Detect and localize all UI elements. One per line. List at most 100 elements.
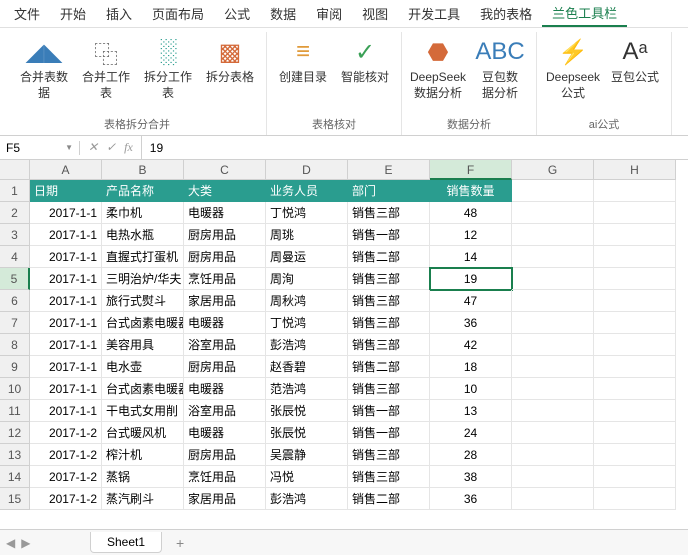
- cell-A5[interactable]: 2017-1-1: [30, 268, 102, 290]
- cell-G10[interactable]: [512, 378, 594, 400]
- cell-G2[interactable]: [512, 202, 594, 224]
- row-header-10[interactable]: 10: [0, 378, 30, 400]
- cell-E11[interactable]: 销售一部: [348, 400, 430, 422]
- cell-E4[interactable]: 销售二部: [348, 246, 430, 268]
- column-header-C[interactable]: C: [184, 160, 266, 180]
- cell-G8[interactable]: [512, 334, 594, 356]
- cell-F12[interactable]: 24: [430, 422, 512, 444]
- cell-H5[interactable]: [594, 268, 676, 290]
- row-header-12[interactable]: 12: [0, 422, 30, 444]
- cell-B11[interactable]: 干电式女用削: [102, 400, 184, 422]
- sheet-nav-next-icon[interactable]: ▶: [21, 536, 30, 550]
- cell-C9[interactable]: 厨房用品: [184, 356, 266, 378]
- row-header-9[interactable]: 9: [0, 356, 30, 378]
- cell-G12[interactable]: [512, 422, 594, 444]
- cell-A15[interactable]: 2017-1-2: [30, 488, 102, 510]
- cell-G7[interactable]: [512, 312, 594, 334]
- cell-F8[interactable]: 42: [430, 334, 512, 356]
- add-sheet-button[interactable]: +: [166, 535, 194, 551]
- cell-E10[interactable]: 销售三部: [348, 378, 430, 400]
- cell-E5[interactable]: 销售三部: [348, 268, 430, 290]
- cell-B5[interactable]: 三明治炉/华夫: [102, 268, 184, 290]
- cell-D14[interactable]: 冯悦: [266, 466, 348, 488]
- cell-A3[interactable]: 2017-1-1: [30, 224, 102, 246]
- column-header-F[interactable]: F: [430, 160, 512, 180]
- cell-C3[interactable]: 厨房用品: [184, 224, 266, 246]
- cell-H4[interactable]: [594, 246, 676, 268]
- ribbon-button-0-3[interactable]: ▩拆分表格: [202, 32, 258, 113]
- cell-D2[interactable]: 丁悦鸿: [266, 202, 348, 224]
- menu-item-8[interactable]: 开发工具: [398, 0, 470, 27]
- cell-E6[interactable]: 销售三部: [348, 290, 430, 312]
- cell-E12[interactable]: 销售一部: [348, 422, 430, 444]
- cell-F7[interactable]: 36: [430, 312, 512, 334]
- cell-A8[interactable]: 2017-1-1: [30, 334, 102, 356]
- cell-C2[interactable]: 电暖器: [184, 202, 266, 224]
- ribbon-button-2-0[interactable]: ⬣DeepSeek 数据分析: [410, 32, 466, 113]
- row-header-4[interactable]: 4: [0, 246, 30, 268]
- cell-H12[interactable]: [594, 422, 676, 444]
- cell-G13[interactable]: [512, 444, 594, 466]
- cell-C13[interactable]: 厨房用品: [184, 444, 266, 466]
- cell-G9[interactable]: [512, 356, 594, 378]
- cell-D15[interactable]: 彭浩鸿: [266, 488, 348, 510]
- cell-H10[interactable]: [594, 378, 676, 400]
- cell-A10[interactable]: 2017-1-1: [30, 378, 102, 400]
- cell-E2[interactable]: 销售三部: [348, 202, 430, 224]
- menu-item-0[interactable]: 文件: [4, 0, 50, 27]
- cell-E15[interactable]: 销售二部: [348, 488, 430, 510]
- ribbon-button-2-1[interactable]: ABC豆包数 据分析: [472, 32, 528, 113]
- fx-icon[interactable]: fx: [124, 140, 133, 155]
- cell-C7[interactable]: 电暖器: [184, 312, 266, 334]
- row-header-5[interactable]: 5: [0, 268, 30, 290]
- row-header-15[interactable]: 15: [0, 488, 30, 510]
- cell-F11[interactable]: 13: [430, 400, 512, 422]
- cell-E1[interactable]: 部门: [348, 180, 430, 202]
- menu-item-3[interactable]: 页面布局: [142, 0, 214, 27]
- cell-G1[interactable]: [512, 180, 594, 202]
- cell-C15[interactable]: 家居用品: [184, 488, 266, 510]
- ribbon-button-3-0[interactable]: ⚡Deepseek 公式: [545, 32, 601, 113]
- cell-E8[interactable]: 销售三部: [348, 334, 430, 356]
- cell-F5[interactable]: 19: [430, 268, 512, 290]
- row-header-13[interactable]: 13: [0, 444, 30, 466]
- cell-D5[interactable]: 周洵: [266, 268, 348, 290]
- cell-B7[interactable]: 台式卤素电暖器: [102, 312, 184, 334]
- cell-D8[interactable]: 彭浩鸿: [266, 334, 348, 356]
- menu-item-7[interactable]: 视图: [352, 0, 398, 27]
- cell-D7[interactable]: 丁悦鸿: [266, 312, 348, 334]
- cell-G6[interactable]: [512, 290, 594, 312]
- cell-H15[interactable]: [594, 488, 676, 510]
- menu-item-2[interactable]: 插入: [96, 0, 142, 27]
- cell-A9[interactable]: 2017-1-1: [30, 356, 102, 378]
- name-box[interactable]: F5 ▼: [0, 141, 80, 155]
- formula-input[interactable]: [142, 141, 688, 155]
- cell-C8[interactable]: 浴室用品: [184, 334, 266, 356]
- cell-D11[interactable]: 张辰悦: [266, 400, 348, 422]
- cell-H2[interactable]: [594, 202, 676, 224]
- cell-F4[interactable]: 14: [430, 246, 512, 268]
- cell-E9[interactable]: 销售二部: [348, 356, 430, 378]
- ribbon-button-1-0[interactable]: ≡创建目录: [275, 32, 331, 113]
- cell-B10[interactable]: 台式卤素电暖器: [102, 378, 184, 400]
- cell-A12[interactable]: 2017-1-2: [30, 422, 102, 444]
- cell-A2[interactable]: 2017-1-1: [30, 202, 102, 224]
- menu-item-6[interactable]: 审阅: [306, 0, 352, 27]
- cell-G15[interactable]: [512, 488, 594, 510]
- cell-A13[interactable]: 2017-1-2: [30, 444, 102, 466]
- row-header-1[interactable]: 1: [0, 180, 30, 202]
- cell-F6[interactable]: 47: [430, 290, 512, 312]
- row-header-11[interactable]: 11: [0, 400, 30, 422]
- cell-F14[interactable]: 38: [430, 466, 512, 488]
- cell-B14[interactable]: 蒸锅: [102, 466, 184, 488]
- row-header-14[interactable]: 14: [0, 466, 30, 488]
- cell-G3[interactable]: [512, 224, 594, 246]
- spreadsheet-grid[interactable]: ABCDEFGH1日期产品名称大类业务人员部门销售数量22017-1-1柔巾机电…: [0, 160, 688, 528]
- cell-D1[interactable]: 业务人员: [266, 180, 348, 202]
- cell-H13[interactable]: [594, 444, 676, 466]
- column-header-H[interactable]: H: [594, 160, 676, 180]
- cell-D13[interactable]: 吴震静: [266, 444, 348, 466]
- cell-F1[interactable]: 销售数量: [430, 180, 512, 202]
- row-header-2[interactable]: 2: [0, 202, 30, 224]
- menu-item-10[interactable]: 兰色工具栏: [542, 0, 627, 27]
